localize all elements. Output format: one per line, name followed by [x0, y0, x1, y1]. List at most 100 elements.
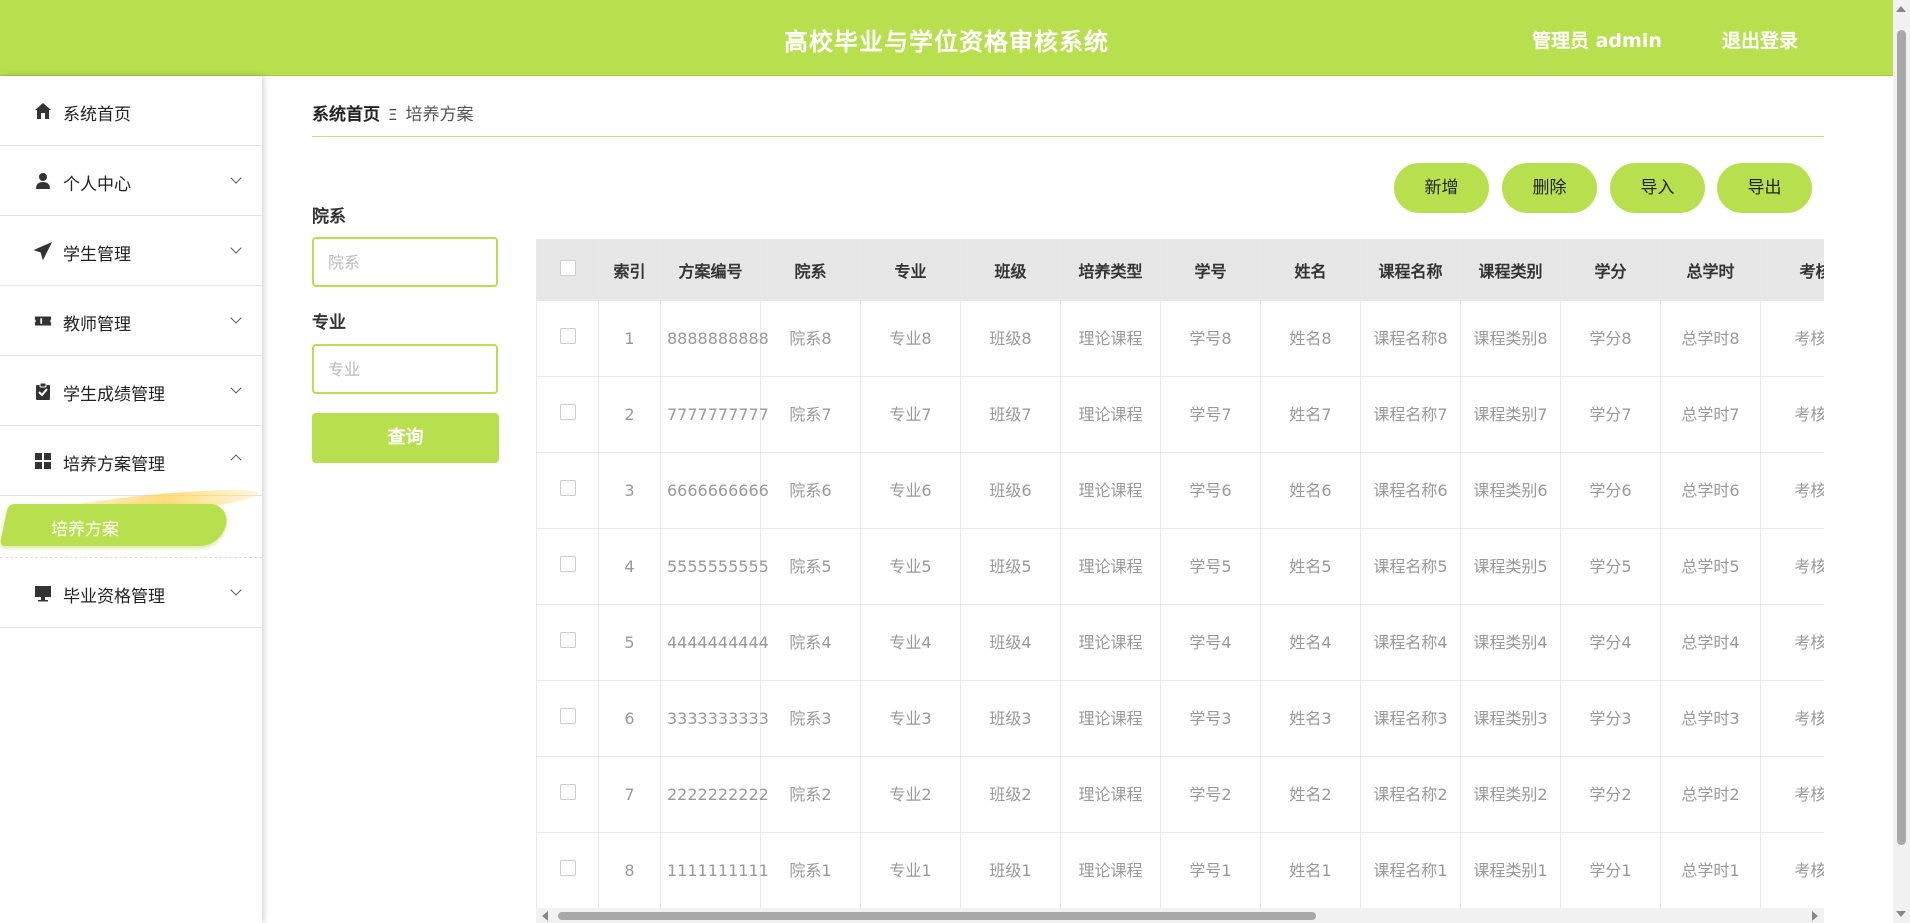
table-cell: 4	[598, 528, 661, 605]
row-checkbox-cell[interactable]	[536, 300, 599, 377]
sidebar-subitem-training-plan[interactable]: 培养方案	[0, 483, 262, 558]
user-icon	[36, 173, 50, 189]
table-cell: 班级1	[960, 832, 1061, 909]
table-cell: 学号2	[1160, 756, 1261, 833]
table-cell: 班级5	[960, 528, 1061, 605]
table-cell: 总学时4	[1660, 604, 1761, 681]
vertical-scrollbar[interactable]	[1893, 0, 1910, 923]
table-cell: 学号4	[1160, 604, 1261, 681]
table-cell: 课程名称5	[1360, 528, 1461, 605]
scroll-down-arrow-icon[interactable]	[1896, 911, 1906, 917]
horizontal-scroll-thumb[interactable]	[558, 912, 1316, 920]
row-checkbox-cell[interactable]	[536, 832, 599, 909]
table-cell: 班级4	[960, 604, 1061, 681]
table-row[interactable]: 8 1111111111 院系1 专业1 班级1 理论课程 学号1 姓名1 课程名称1 课程类别1…	[536, 832, 1824, 909]
table-row[interactable]: 4 5555555555 院系5 专业5 班级5 理论课程 学号5 姓名5 课程名称5 课程类别5…	[536, 528, 1824, 605]
top-header: 高校毕业与学位资格审核系统 管理员 admin 退出登录	[0, 0, 1893, 76]
grid-icon	[35, 453, 51, 469]
table-cell: 姓名8	[1260, 300, 1361, 377]
major-search-input[interactable]	[312, 344, 498, 394]
vertical-scroll-thumb[interactable]	[1897, 30, 1906, 845]
sidebar-item-personal-center[interactable]: 个人中心	[0, 146, 262, 216]
table-cell: 2222222222	[660, 756, 769, 833]
logout-button[interactable]: 退出登录	[1722, 26, 1798, 53]
sidebar-item-graduation-qualification[interactable]: 毕业资格管理	[0, 558, 262, 628]
sidebar-item-label: 学生成绩管理	[63, 385, 165, 405]
table-row[interactable]: 1 8888888888 院系8 专业8 班级8 理论课程 学号8 姓名8 课程名称8 课程类别8…	[536, 300, 1824, 377]
table-cell: 学分1	[1560, 832, 1661, 909]
table-cell: 7	[598, 756, 661, 833]
row-checkbox[interactable]	[559, 860, 576, 876]
table-cell: 理论课程	[1060, 680, 1161, 757]
chevron-up-icon	[230, 451, 242, 468]
add-button[interactable]: 新增	[1394, 163, 1489, 213]
horizontal-scrollbar[interactable]	[536, 908, 1824, 923]
table-cell: 院系3	[760, 680, 861, 757]
table-header-row: 索引方案编号院系专业班级培养类型学号姓名课程名称课程类别学分总学时考核方	[536, 239, 1824, 301]
table-cell: 课程名称2	[1360, 756, 1461, 833]
sidebar-item-label: 学生管理	[63, 245, 131, 265]
table-cell: 课程类别3	[1460, 680, 1561, 757]
table-cell: 课程名称4	[1360, 604, 1461, 681]
table-cell: 3	[598, 452, 661, 529]
chevron-down-icon	[230, 311, 242, 326]
row-checkbox-cell[interactable]	[536, 376, 599, 453]
row-checkbox-cell[interactable]	[536, 604, 599, 681]
table-row[interactable]: 7 2222222222 院系2 专业2 班级2 理论课程 学号2 姓名2 课程名称2 课程类别2…	[536, 756, 1824, 833]
table-cell: 考核方6	[1760, 452, 1824, 529]
table-cell: 课程类别6	[1460, 452, 1561, 529]
table-cell: 班级7	[960, 376, 1061, 453]
sidebar-item-home[interactable]: 系统首页	[0, 76, 262, 146]
row-checkbox[interactable]	[559, 784, 576, 800]
row-checkbox-cell[interactable]	[536, 680, 599, 757]
dept-search-input[interactable]	[312, 237, 498, 287]
table-row[interactable]: 6 3333333333 院系3 专业3 班级3 理论课程 学号3 姓名3 课程名称3 课程类别3…	[536, 680, 1824, 757]
column-header: 班级	[960, 239, 1061, 301]
row-checkbox-cell[interactable]	[536, 452, 599, 529]
dept-label: 院系	[312, 207, 346, 227]
delete-button[interactable]: 删除	[1502, 163, 1597, 213]
row-checkbox[interactable]	[559, 556, 576, 572]
scroll-right-arrow-icon[interactable]	[1812, 911, 1818, 921]
training-plan-table: 索引方案编号院系专业班级培养类型学号姓名课程名称课程类别学分总学时考核方 188…	[536, 239, 1824, 923]
table-cell: 6	[598, 680, 661, 757]
table-cell: 姓名5	[1260, 528, 1361, 605]
table-cell: 院系5	[760, 528, 861, 605]
sidebar-item-teacher-management[interactable]: 教师管理	[0, 286, 262, 356]
table-cell: 专业1	[860, 832, 961, 909]
table-cell: 课程类别5	[1460, 528, 1561, 605]
table-cell: 学号1	[1160, 832, 1261, 909]
column-header: 索引	[598, 239, 661, 301]
row-checkbox-cell[interactable]	[536, 528, 599, 605]
scroll-left-arrow-icon[interactable]	[542, 911, 548, 921]
export-button[interactable]: 导出	[1717, 163, 1812, 213]
breadcrumb-home[interactable]: 系统首页	[312, 105, 380, 125]
select-all-checkbox[interactable]	[559, 260, 576, 276]
row-checkbox[interactable]	[559, 708, 576, 724]
table-cell: 课程名称7	[1360, 376, 1461, 453]
row-checkbox[interactable]	[559, 632, 576, 648]
send-icon	[34, 242, 52, 260]
row-checkbox[interactable]	[559, 404, 576, 420]
table-cell: 8888888888	[660, 300, 769, 377]
column-header: 培养类型	[1060, 239, 1161, 301]
sidebar-item-student-management[interactable]: 学生管理	[0, 216, 262, 286]
row-checkbox[interactable]	[559, 328, 576, 344]
table-cell: 考核方7	[1760, 376, 1824, 453]
select-all-checkbox-cell[interactable]	[536, 239, 599, 301]
import-button[interactable]: 导入	[1610, 163, 1705, 213]
table-cell: 总学时2	[1660, 756, 1761, 833]
scroll-up-arrow-icon[interactable]	[1896, 6, 1906, 12]
table-cell: 考核方5	[1760, 528, 1824, 605]
sidebar-item-grade-management[interactable]: 学生成绩管理	[0, 356, 262, 426]
table-row[interactable]: 5 4444444444 院系4 专业4 班级4 理论课程 学号4 姓名4 课程名称4 课程类别4…	[536, 604, 1824, 681]
table-row[interactable]: 3 6666666666 院系6 专业6 班级6 理论课程 学号6 姓名6 课程名称6 课程类别6…	[536, 452, 1824, 529]
sidebar-subitem-label: 培养方案	[51, 520, 119, 540]
table-cell: 专业7	[860, 376, 961, 453]
query-button[interactable]: 查询	[312, 413, 499, 463]
table-cell: 学分8	[1560, 300, 1661, 377]
sidebar-item-training-plan-management[interactable]: 培养方案管理	[0, 426, 262, 496]
row-checkbox-cell[interactable]	[536, 756, 599, 833]
row-checkbox[interactable]	[559, 480, 576, 496]
table-row[interactable]: 2 7777777777 院系7 专业7 班级7 理论课程 学号7 姓名7 课程名称7 课程类别7…	[536, 376, 1824, 453]
